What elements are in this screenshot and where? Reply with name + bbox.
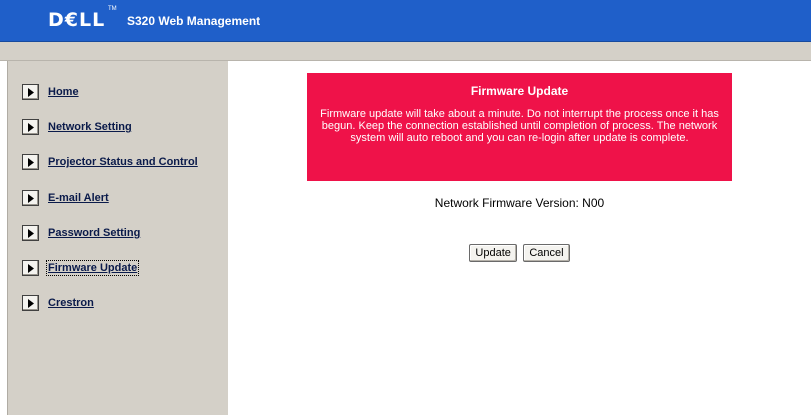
app-title: S320 Web Management: [127, 14, 261, 28]
dell-logo: D€LL: [48, 9, 106, 31]
sidebar-item-projector-status[interactable]: Projector Status and Control: [22, 153, 198, 171]
sidebar: Home Network Setting Projector Status an…: [7, 61, 228, 415]
sidebar-item-password-setting[interactable]: Password Setting: [22, 224, 140, 242]
arrow-right-icon[interactable]: [22, 190, 39, 206]
sidebar-item-email-alert[interactable]: E-mail Alert: [22, 189, 109, 207]
sidebar-item-label[interactable]: Firmware Update: [45, 260, 140, 276]
firmware-update-banner: Firmware Update Firmware update will tak…: [307, 73, 732, 181]
sidebar-item-network-setting[interactable]: Network Setting: [22, 118, 132, 136]
arrow-right-icon[interactable]: [22, 154, 39, 170]
sidebar-item-label[interactable]: Home: [48, 86, 79, 98]
sidebar-item-label[interactable]: Crestron: [48, 297, 94, 309]
sidebar-item-label[interactable]: Network Setting: [48, 121, 132, 133]
arrow-right-icon[interactable]: [22, 225, 39, 241]
sidebar-item-home[interactable]: Home: [22, 83, 79, 101]
banner-message: Firmware update will take about a minute…: [320, 108, 719, 144]
banner-title: Firmware Update: [470, 84, 569, 98]
sidebar-item-crestron[interactable]: Crestron: [22, 294, 94, 312]
cancel-button[interactable]: Cancel: [523, 244, 570, 262]
header-bar: D€LL TM S320 Web Management: [0, 0, 811, 42]
arrow-right-icon[interactable]: [22, 119, 39, 135]
sidebar-item-label[interactable]: Password Setting: [48, 227, 140, 239]
trademark-mark: TM: [108, 6, 117, 12]
sidebar-item-label[interactable]: Projector Status and Control: [48, 156, 198, 168]
sidebar-item-label[interactable]: E-mail Alert: [48, 192, 109, 204]
arrow-right-icon[interactable]: [22, 260, 39, 276]
arrow-right-icon[interactable]: [22, 295, 39, 311]
firmware-version-text: Network Firmware Version: N00: [434, 196, 605, 210]
arrow-right-icon[interactable]: [22, 84, 39, 100]
sub-header-bar: [0, 42, 811, 61]
button-row: Update Cancel: [228, 243, 811, 262]
update-button[interactable]: Update: [469, 244, 517, 262]
sidebar-item-firmware-update[interactable]: Firmware Update: [22, 259, 140, 277]
main-content: Firmware Update Firmware update will tak…: [228, 61, 811, 415]
